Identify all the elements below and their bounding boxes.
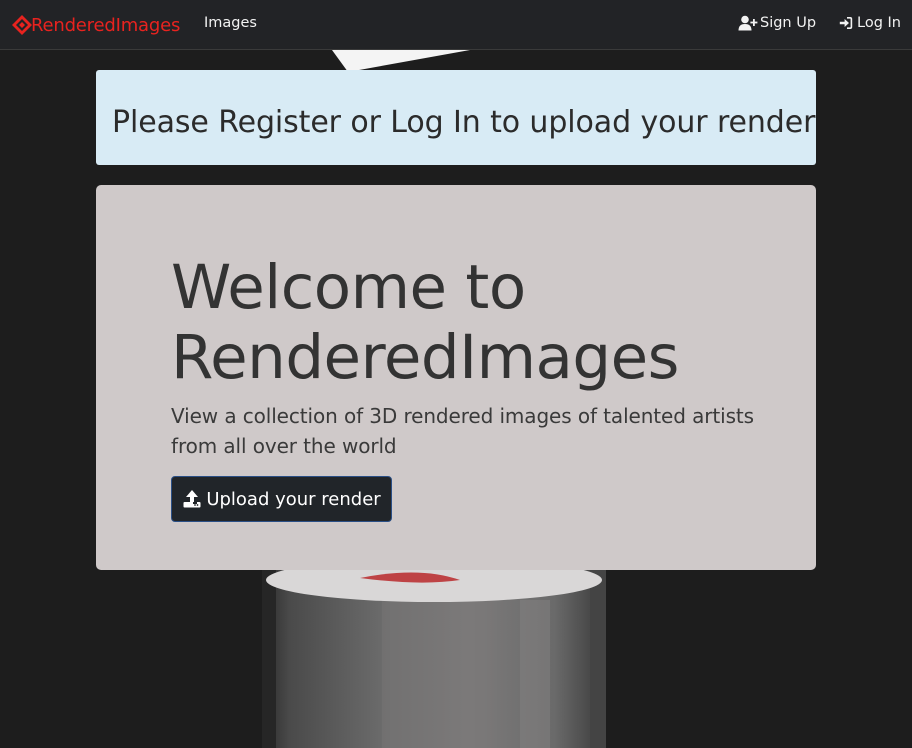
top-navbar: RenderedImages Images Sign Up Log In	[0, 0, 912, 50]
page: RenderedImages Images Sign Up Log In Ple…	[0, 0, 912, 748]
nav-images-label: Images	[204, 15, 257, 31]
nav-log-in-label: Log In	[857, 15, 901, 31]
upload-button-label: Upload your render	[206, 488, 381, 510]
nav-images-link[interactable]: Images	[204, 15, 257, 31]
brand-link[interactable]: RenderedImages	[11, 12, 182, 38]
sign-in-icon	[839, 17, 853, 29]
brand-name: RenderedImages	[31, 14, 181, 36]
nav-log-in-link[interactable]: Log In	[839, 15, 901, 31]
upload-icon	[183, 490, 201, 508]
welcome-jumbotron: Welcome to RenderedImages View a collect…	[96, 185, 816, 570]
nav-sign-up-label: Sign Up	[760, 15, 817, 31]
upload-render-button[interactable]: Upload your render	[171, 476, 392, 522]
nav-sign-up-link[interactable]: Sign Up	[738, 15, 816, 31]
alert-message: Please Register or Log In to upload your…	[112, 105, 816, 140]
login-alert: Please Register or Log In to upload your…	[96, 70, 816, 165]
user-plus-icon	[738, 15, 758, 31]
hero-title: Welcome to RenderedImages	[171, 252, 679, 393]
render-logo-icon	[12, 15, 32, 35]
hero-lead: View a collection of 3D rendered images …	[171, 404, 754, 458]
